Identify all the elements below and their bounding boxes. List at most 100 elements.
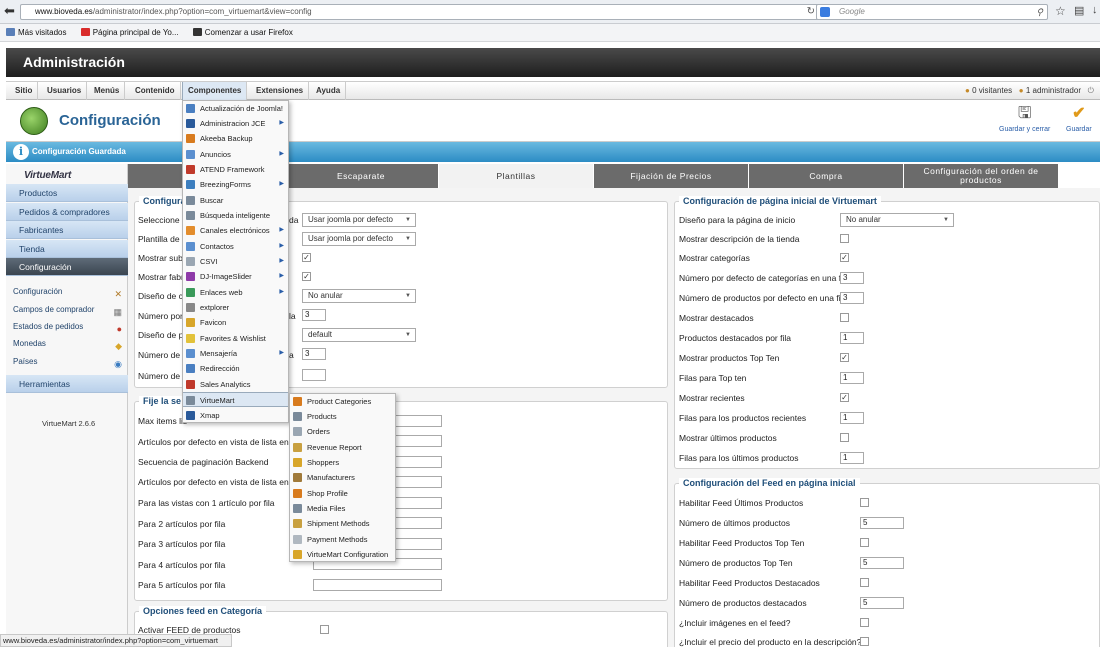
- checkbox[interactable]: [320, 625, 329, 634]
- back-icon[interactable]: ⬅: [4, 3, 15, 19]
- select-home-layout[interactable]: No anular ▼: [840, 213, 954, 227]
- menu-item-redireccion[interactable]: Redirección: [183, 361, 288, 376]
- submenu-shipment-methods[interactable]: Shipment Methods: [290, 516, 395, 531]
- bookmarks-icon[interactable]: ▤: [1074, 4, 1084, 17]
- checkbox[interactable]: [860, 498, 869, 507]
- tab-compra[interactable]: Compra: [749, 164, 903, 188]
- save-button[interactable]: ✔ Guardar: [1066, 105, 1092, 133]
- menu-contenido[interactable]: Contenido: [130, 82, 181, 100]
- number-input[interactable]: 3: [302, 348, 326, 360]
- menu-usuarios[interactable]: Usuarios: [42, 82, 88, 100]
- menu-item-anuncios[interactable]: Anuncios ▶: [183, 147, 288, 162]
- bookmark-most-visited[interactable]: Más visitados: [6, 24, 66, 42]
- number-input[interactable]: 1: [840, 412, 864, 424]
- select-template[interactable]: Usar joomla por defecto ▼: [302, 213, 416, 227]
- select-product-layout[interactable]: default ▼: [302, 328, 416, 342]
- submenu-products[interactable]: Products: [290, 409, 395, 424]
- checkbox[interactable]: ✓: [302, 253, 311, 262]
- menu-item-contactos[interactable]: Contactos ▶: [183, 239, 288, 254]
- submenu-manufacturers[interactable]: Manufacturers: [290, 470, 395, 485]
- logout-icon[interactable]: ⏻: [1088, 86, 1094, 95]
- number-input[interactable]: 5: [860, 517, 904, 529]
- search-icon[interactable]: ⚲: [1036, 5, 1043, 19]
- submenu-shoppers[interactable]: Shoppers: [290, 455, 395, 470]
- text-input[interactable]: [313, 579, 442, 591]
- search-input[interactable]: Google ⚲: [816, 4, 1048, 20]
- sidebar-item-fabricantes[interactable]: Fabricantes: [6, 221, 128, 239]
- menu-sitio[interactable]: Sitio: [10, 82, 39, 100]
- number-input[interactable]: 5: [860, 597, 904, 609]
- reload-icon[interactable]: ↻: [807, 5, 815, 19]
- number-input[interactable]: 5: [860, 557, 904, 569]
- number-input[interactable]: 1: [840, 332, 864, 344]
- submenu-media-files[interactable]: Media Files: [290, 501, 395, 516]
- tab-precios[interactable]: Fijación de Precios: [594, 164, 748, 188]
- bookmark-firefox[interactable]: Comenzar a usar Firefox: [192, 24, 293, 42]
- menu-item-atend[interactable]: ATEND Framework: [183, 162, 288, 177]
- checkbox[interactable]: ✓: [840, 393, 849, 402]
- checkbox[interactable]: [860, 637, 869, 646]
- submenu-product-categories[interactable]: Product Categories: [290, 394, 395, 409]
- menu-item-joomla-update[interactable]: Actualización de Joomla!: [183, 101, 288, 116]
- number-input[interactable]: 3: [840, 272, 864, 284]
- sidebar-item-configuracion[interactable]: Configuración: [6, 258, 128, 276]
- sidebar-sub-estados[interactable]: Estados de pedidos ●: [6, 318, 128, 335]
- checkbox[interactable]: ✓: [302, 272, 311, 281]
- checkbox[interactable]: ✓: [840, 253, 849, 262]
- checkbox[interactable]: [860, 578, 869, 587]
- menu-item-buscar[interactable]: Buscar: [183, 193, 288, 208]
- menu-item-feeds[interactable]: Canales electrónicos ▶: [183, 223, 288, 238]
- sidebar-item-pedidos[interactable]: Pedidos & compradores: [6, 203, 128, 221]
- submenu-revenue-report[interactable]: Revenue Report: [290, 440, 395, 455]
- download-icon[interactable]: ↓: [1092, 4, 1098, 16]
- menu-ayuda[interactable]: Ayuda: [311, 82, 347, 100]
- number-input[interactable]: 1: [840, 452, 864, 464]
- menu-extensiones[interactable]: Extensiones: [251, 82, 310, 100]
- save-close-button[interactable]: 🖫 Guardar y cerrar: [999, 105, 1050, 133]
- checkbox[interactable]: [840, 313, 849, 322]
- menu-item-jce[interactable]: Administracion JCE ▶: [183, 116, 288, 131]
- star-icon[interactable]: ☆: [1055, 4, 1066, 18]
- number-input[interactable]: 3: [302, 309, 326, 321]
- menu-item-favorites[interactable]: Favorites & Wishlist: [183, 331, 288, 346]
- sidebar-sub-configuracion[interactable]: Configuración ✕: [6, 283, 128, 300]
- number-input[interactable]: 1: [840, 372, 864, 384]
- menu-item-favicon[interactable]: Favicon: [183, 315, 288, 330]
- checkbox[interactable]: [840, 234, 849, 243]
- address-bar[interactable]: www.bioveda.es/administrator/index.php?o…: [20, 4, 820, 20]
- submenu-orders[interactable]: Orders: [290, 424, 395, 439]
- checkbox[interactable]: [860, 618, 869, 627]
- number-input[interactable]: [302, 369, 326, 381]
- submenu-vm-configuration[interactable]: VirtueMart Configuration: [290, 547, 395, 562]
- checkbox[interactable]: ✓: [840, 353, 849, 362]
- menu-item-breezingforms[interactable]: BreezingForms ▶: [183, 177, 288, 192]
- submenu-shop-profile[interactable]: Shop Profile: [290, 486, 395, 501]
- menu-item-akeeba[interactable]: Akeeba Backup: [183, 131, 288, 146]
- select-layout[interactable]: No anular ▼: [302, 289, 416, 303]
- menu-item-csvi[interactable]: CSVI ▶: [183, 254, 288, 269]
- menu-item-dj-imageslider[interactable]: DJ-ImageSlider ▶: [183, 269, 288, 284]
- sidebar-sub-paises[interactable]: Países ◉: [6, 353, 128, 370]
- menu-item-extplorer[interactable]: extplorer: [183, 300, 288, 315]
- menu-item-virtuemart[interactable]: VirtueMart: [183, 392, 288, 407]
- select-template-cat[interactable]: Usar joomla por defecto ▼: [302, 232, 416, 246]
- sidebar-item-tienda[interactable]: Tienda: [6, 240, 128, 258]
- menu-item-smart-search[interactable]: Búsqueda inteligente: [183, 208, 288, 223]
- sidebar-item-productos[interactable]: Productos: [6, 184, 128, 202]
- number-input[interactable]: 3: [840, 292, 864, 304]
- menu-menus[interactable]: Menús: [89, 82, 126, 100]
- sidebar-item-herramientas[interactable]: Herramientas: [6, 375, 128, 393]
- checkbox[interactable]: [840, 433, 849, 442]
- menu-item-mensajeria[interactable]: Mensajería ▶: [183, 346, 288, 361]
- sidebar-sub-campos[interactable]: Campos de comprador ▦: [6, 301, 128, 318]
- menu-item-sales-analytics[interactable]: Sales Analytics: [183, 377, 288, 392]
- tab-orden-productos[interactable]: Configuración del orden de productos: [904, 164, 1058, 188]
- menu-item-xmap[interactable]: Xmap: [183, 408, 288, 423]
- sidebar-sub-monedas[interactable]: Monedas ◆: [6, 335, 128, 352]
- submenu-payment-methods[interactable]: Payment Methods: [290, 532, 395, 547]
- bookmark-youtube[interactable]: Página principal de Yo...: [80, 24, 179, 42]
- menu-item-enlaces[interactable]: Enlaces web ▶: [183, 285, 288, 300]
- tab-plantillas[interactable]: Plantillas: [439, 164, 593, 188]
- checkbox[interactable]: [860, 538, 869, 547]
- menu-componentes[interactable]: Componentes: [182, 82, 248, 100]
